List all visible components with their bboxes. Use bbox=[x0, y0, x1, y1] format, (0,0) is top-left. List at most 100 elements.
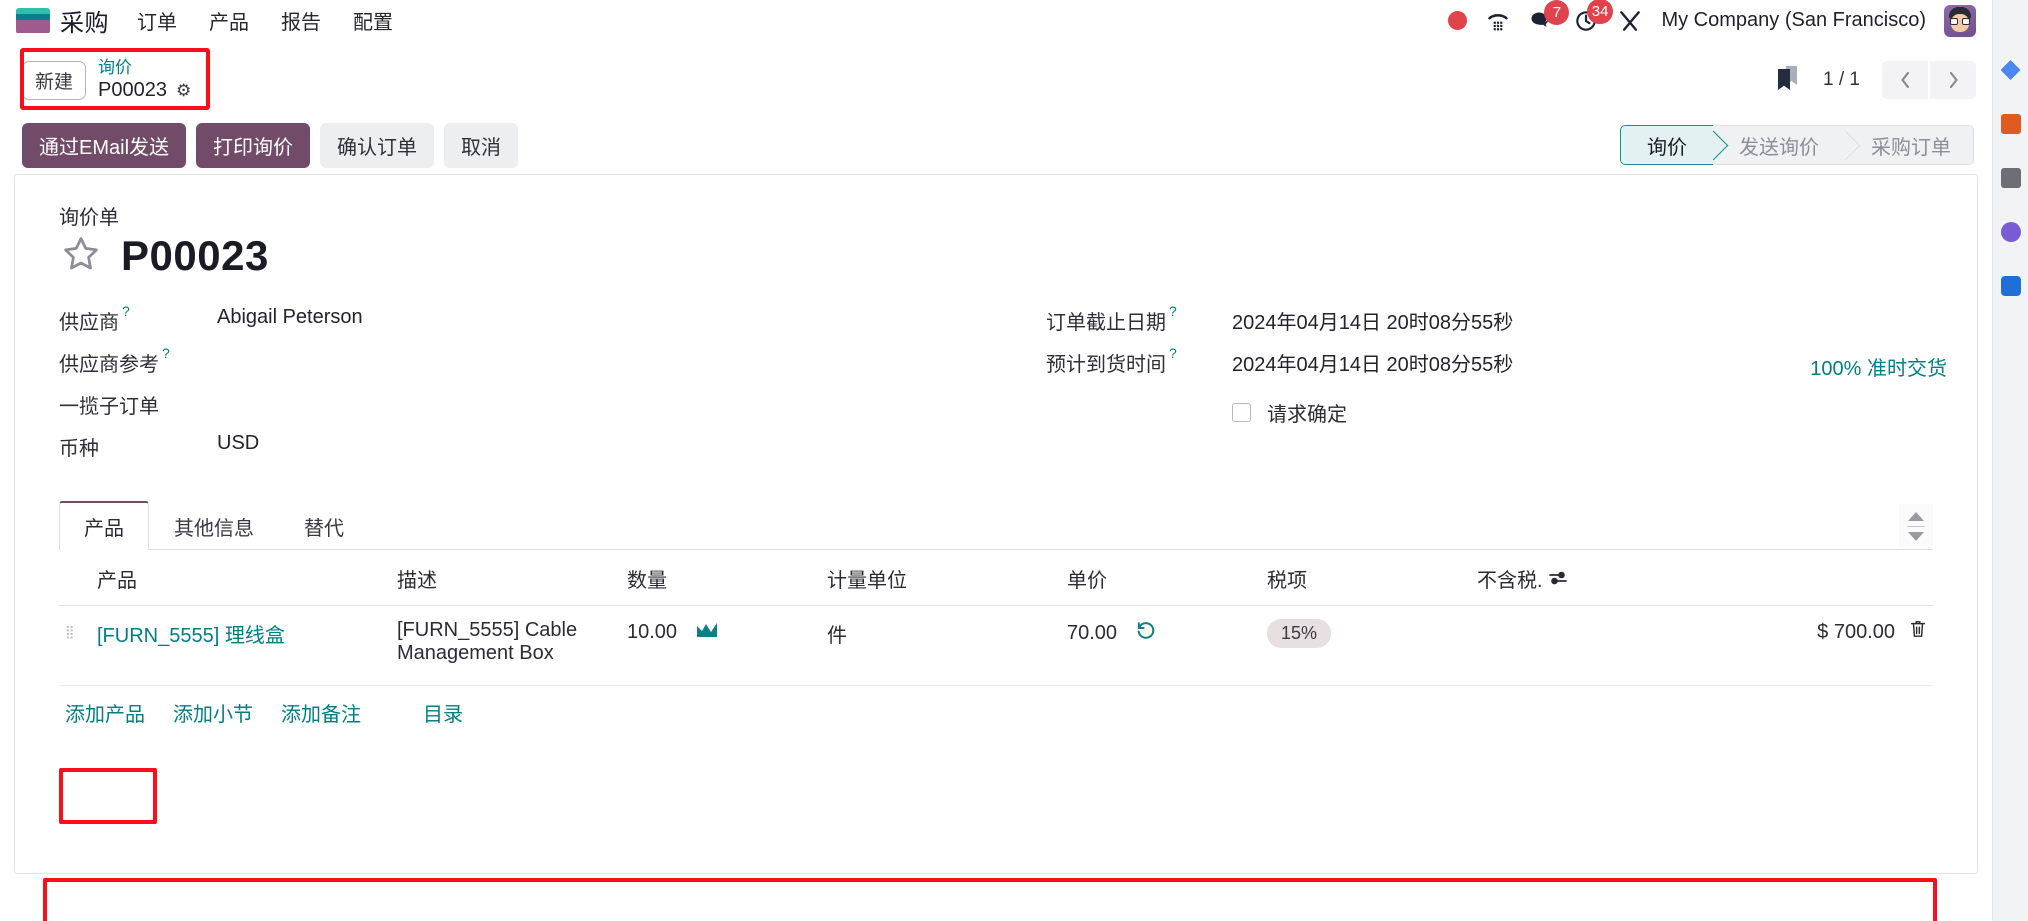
price-history-icon[interactable] bbox=[1135, 619, 1157, 647]
messages-icon[interactable]: 7 bbox=[1529, 0, 1570, 33]
forecast-report-icon[interactable] bbox=[695, 619, 719, 645]
on-time-delivery-link[interactable]: 100% 准时交货 bbox=[1810, 352, 1947, 381]
field-expected-arrival-label: 预计到货时间 ? bbox=[1046, 345, 1177, 376]
form-columns: 供应商 ? Abigail Peterson 供应商参考 ? 一揽子订单 币种 … bbox=[59, 303, 1947, 474]
help-tooltip-icon[interactable]: ? bbox=[162, 345, 170, 361]
developer-tools-icon[interactable] bbox=[1617, 8, 1643, 34]
print-rfq-button[interactable]: 打印询价 bbox=[196, 122, 311, 168]
pager-buttons bbox=[1882, 61, 1976, 99]
rail-icon-settings[interactable] bbox=[2000, 276, 2021, 296]
cell-uom[interactable]: 件 bbox=[821, 605, 1061, 686]
tab-alternatives[interactable]: 替代 bbox=[279, 502, 369, 550]
notebook-tabs: 产品 其他信息 替代 bbox=[59, 501, 1933, 550]
field-expected-arrival-value[interactable]: 2024年04月14日 20时08分55秒 bbox=[1232, 348, 1513, 377]
activities-clock-icon[interactable]: 34 bbox=[1573, 0, 1614, 34]
field-blanket-order-label: 一揽子订单 bbox=[59, 396, 159, 418]
phone-dialpad-icon[interactable] bbox=[1485, 8, 1511, 34]
record-dot-icon[interactable] bbox=[1448, 11, 1468, 30]
delete-row-icon[interactable] bbox=[1909, 619, 1927, 645]
odoo-purchase-rfq-screen: 采购 订单 产品 报告 配置 7 34 My Company (San Fran… bbox=[0, 0, 2028, 921]
tax-badge[interactable]: 15% bbox=[1267, 619, 1332, 648]
cell-taxes[interactable]: 15% bbox=[1261, 605, 1471, 686]
field-order-deadline-value[interactable]: 2024年04月14日 20时08分55秒 bbox=[1232, 306, 1513, 335]
cell-unit-price[interactable]: 70.00 bbox=[1061, 605, 1261, 686]
odoo-app-logo-icon[interactable] bbox=[16, 7, 50, 34]
help-tooltip-icon[interactable]: ? bbox=[1169, 303, 1177, 319]
status-pipeline: 询价 发送询价 采购订单 bbox=[1620, 125, 1974, 165]
add-links-row: 添加产品 添加小节 添加备注 目录 bbox=[59, 686, 1933, 727]
add-section-link[interactable]: 添加小节 bbox=[173, 698, 253, 727]
catalog-link[interactable]: 目录 bbox=[423, 698, 463, 727]
rail-icon-purple[interactable] bbox=[2000, 222, 2021, 242]
cell-description[interactable]: [FURN_5555] Cable Management Box bbox=[391, 605, 621, 686]
help-tooltip-icon[interactable]: ? bbox=[1169, 345, 1177, 361]
table-header-row: 产品 描述 数量 计量单位 单价 税项 不含税. bbox=[59, 554, 1933, 606]
breadcrumb-parent-link[interactable]: 询价 bbox=[98, 58, 191, 78]
nav-products[interactable]: 产品 bbox=[207, 4, 251, 37]
stage-rfq-sent[interactable]: 发送询价 bbox=[1713, 125, 1845, 165]
field-vendor-value[interactable]: Abigail Peterson bbox=[217, 306, 363, 329]
form-title-row: P00023 bbox=[59, 232, 1933, 280]
nav-configuration[interactable]: 配置 bbox=[351, 4, 395, 37]
nav-reporting[interactable]: 报告 bbox=[279, 4, 323, 37]
activities-count-badge: 34 bbox=[1586, 0, 1614, 24]
col-quantity: 数量 bbox=[621, 554, 821, 606]
tab-other-information[interactable]: 其他信息 bbox=[149, 502, 279, 550]
ask-confirmation-label: 请求确定 bbox=[1267, 403, 1347, 426]
user-avatar[interactable] bbox=[1944, 4, 1976, 37]
browser-extension-rail bbox=[1992, 0, 2028, 921]
field-vendor: 供应商 ? Abigail Peterson bbox=[59, 303, 996, 348]
rail-icon-blue[interactable] bbox=[2000, 60, 2021, 80]
table-row[interactable]: ⣿ [FURN_5555] 理线盒 [FURN_5555] Cable Mana… bbox=[59, 605, 1933, 686]
company-switcher[interactable]: My Company (San Francisco) bbox=[1661, 9, 1926, 32]
gear-icon[interactable]: ⚙ bbox=[176, 81, 191, 101]
optional-columns-icon[interactable] bbox=[1548, 570, 1568, 592]
bookmark-icon[interactable] bbox=[1775, 64, 1801, 97]
field-vendor-label: 供应商 ? bbox=[59, 303, 130, 334]
stage-rfq[interactable]: 询价 bbox=[1620, 125, 1713, 165]
ask-confirmation-checkbox[interactable] bbox=[1232, 402, 1251, 422]
cancel-button[interactable]: 取消 bbox=[444, 122, 519, 168]
field-vendor-reference-label: 供应商参考 ? bbox=[59, 345, 170, 376]
pager-count: 1 / 1 bbox=[1823, 69, 1860, 90]
action-button-bar: 通过EMail发送 打印询价 确认订单 取消 询价 发送询价 采购订单 bbox=[0, 116, 1992, 174]
notebook: 产品 其他信息 替代 产品 描述 数量 计量单位 单价 税项 不含税. ⣿ [F… bbox=[59, 501, 1933, 727]
help-tooltip-icon[interactable]: ? bbox=[122, 303, 130, 319]
row-spinner-controls bbox=[1899, 504, 1933, 548]
next-record-button[interactable] bbox=[1930, 61, 1976, 99]
field-order-deadline-label: 订单截止日期 ? bbox=[1046, 303, 1177, 334]
field-ask-confirmation: 请求确定 bbox=[1046, 390, 1933, 434]
field-currency: 币种 USD bbox=[59, 432, 996, 474]
products-tab-highlight-box bbox=[59, 768, 157, 824]
send-by-email-button[interactable]: 通过EMail发送 bbox=[22, 122, 187, 168]
order-lines-table: 产品 描述 数量 计量单位 单价 税项 不含税. ⣿ [FURN_5555] 理… bbox=[59, 554, 1933, 686]
stage-purchase-order[interactable]: 采购订单 bbox=[1845, 125, 1974, 165]
cell-product[interactable]: [FURN_5555] 理线盒 bbox=[91, 605, 391, 686]
col-subtotal: 不含税. bbox=[1471, 554, 1933, 606]
top-navbar: 采购 订单 产品 报告 配置 7 34 My Company (San Fran… bbox=[0, 0, 1992, 42]
breadcrumb-current: P00023 ⚙ bbox=[98, 79, 191, 102]
row-drag-handle[interactable]: ⣿ bbox=[59, 605, 91, 686]
spinner-up-icon[interactable] bbox=[1908, 511, 1924, 521]
add-note-link[interactable]: 添加备注 bbox=[281, 698, 361, 727]
spinner-down-icon[interactable] bbox=[1908, 531, 1924, 541]
cell-quantity[interactable]: 10.00 bbox=[621, 605, 821, 686]
field-currency-value[interactable]: USD bbox=[217, 432, 259, 455]
app-name[interactable]: 采购 bbox=[60, 3, 109, 38]
breadcrumb-right-tools: 1 / 1 bbox=[1775, 61, 1976, 99]
tab-products[interactable]: 产品 bbox=[59, 501, 149, 550]
star-favorite-icon[interactable] bbox=[59, 233, 103, 280]
col-description: 描述 bbox=[391, 554, 621, 606]
quantity-value: 10.00 bbox=[627, 620, 678, 643]
rail-icon-orange[interactable] bbox=[2000, 114, 2021, 134]
confirm-order-button[interactable]: 确认订单 bbox=[320, 122, 435, 168]
nav-orders[interactable]: 订单 bbox=[135, 4, 179, 37]
form-right-column: 订单截止日期 ? 2024年04月14日 20时08分55秒 预计到货时间 ? … bbox=[996, 303, 1947, 474]
new-record-button[interactable]: 新建 bbox=[22, 60, 87, 100]
col-subtotal-label: 不含税. bbox=[1477, 570, 1543, 592]
col-handle bbox=[59, 554, 91, 606]
rail-icon-gray[interactable] bbox=[2000, 168, 2021, 188]
previous-record-button[interactable] bbox=[1882, 61, 1928, 99]
add-product-link[interactable]: 添加产品 bbox=[65, 698, 145, 727]
product-link[interactable]: [FURN_5555] 理线盒 bbox=[97, 625, 285, 647]
